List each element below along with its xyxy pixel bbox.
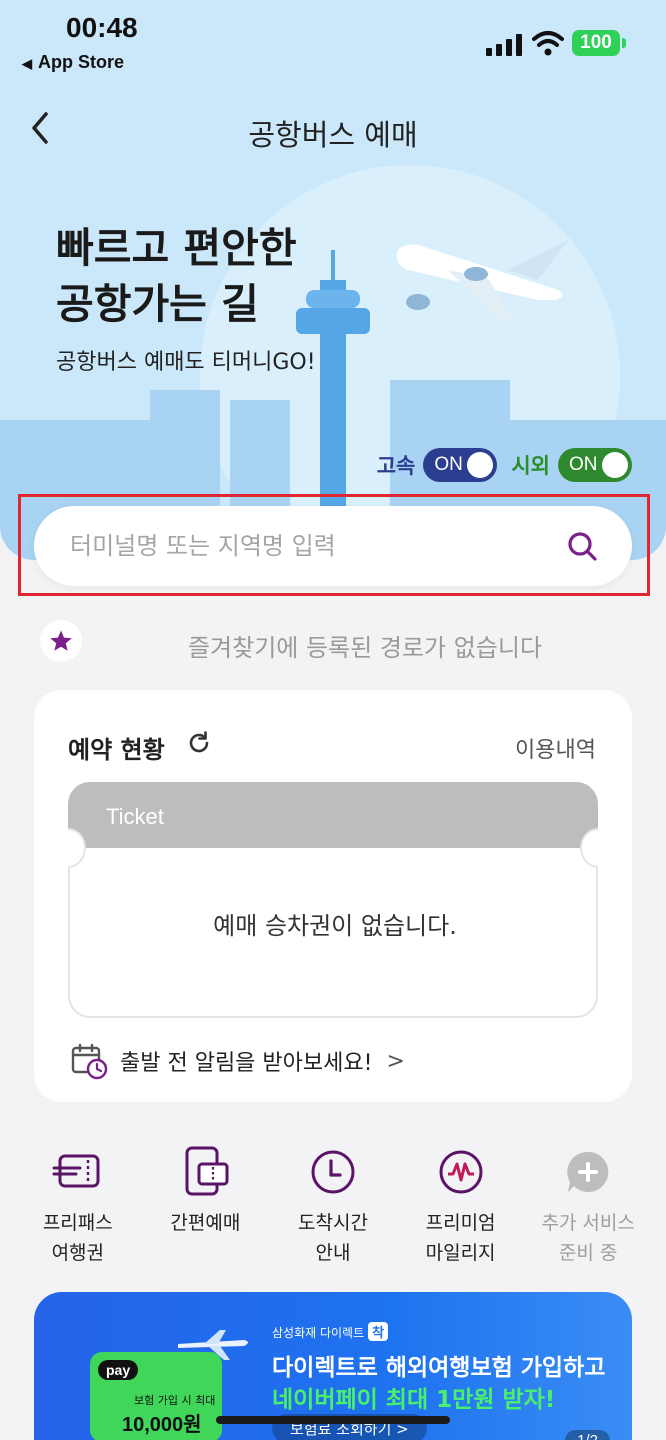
alarm-text: 출발 전 알림을 받아보세요! <box>120 1051 373 1076</box>
express-toggle[interactable]: ON <box>423 448 498 482</box>
service-arrival-time[interactable]: 도착시간 안내 <box>269 1144 397 1268</box>
mileage-icon <box>439 1150 483 1194</box>
back-triangle-icon: ◀ <box>22 56 32 71</box>
hero-title-line2: 공항가는 길 <box>56 280 259 328</box>
departure-alarm-link[interactable]: 출발 전 알림을 받아보세요! > <box>70 1042 405 1080</box>
npay-note: 보험 가입 시 최대 <box>134 1394 216 1407</box>
hero-title-line1: 빠르고 편안한 <box>56 224 297 272</box>
banner-brand-badge: 착 <box>368 1322 389 1341</box>
ticket-notch-right <box>580 828 598 868</box>
bus-type-toggles: 고속 ON 시외 ON <box>377 448 632 482</box>
reservation-card: 예약 현황 이용내역 Ticket 예매 승차권이 없습니다. 출발 전 알림을… <box>34 690 632 1102</box>
service-label-line2: 안내 <box>315 1242 351 1264</box>
home-indicator[interactable] <box>216 1416 450 1424</box>
favorites-empty-text: 즐겨찾기에 등록된 경로가 없습니다 <box>187 634 543 662</box>
npay-amount: 10,000원 <box>122 1414 202 1436</box>
ticket-empty-text: 예매 승차권이 없습니다. <box>213 912 457 940</box>
ticket-label: Ticket <box>106 804 164 829</box>
intercity-toggle-state: ON <box>569 454 598 475</box>
toggle-knob <box>467 452 494 478</box>
signal-icon <box>486 34 522 56</box>
banner-page-indicator: 1/2 <box>565 1430 610 1440</box>
status-time: 00:48 <box>66 12 138 43</box>
service-easy-booking[interactable]: 간편예매 <box>142 1144 270 1268</box>
phone-ticket-icon <box>185 1146 229 1196</box>
banner-headline-1: 다이렉트로 해외여행보험 가입하고 <box>272 1355 606 1381</box>
banner-brand: 삼성화재 다이렉트 착 <box>272 1322 389 1341</box>
intercity-toggle-label: 시외 <box>511 454 550 478</box>
service-label-line1: 도착시간 <box>298 1212 368 1234</box>
chevron-right-icon: > <box>386 1048 405 1074</box>
service-label: 간편예매 <box>170 1208 240 1238</box>
service-coming-soon: 추가 서비스 준비 중 <box>524 1144 652 1268</box>
banner-brand-name: 삼성화재 다이렉트 <box>272 1326 365 1340</box>
reservation-title: 예약 현황 <box>68 736 165 764</box>
back-to-app-link[interactable]: ◀ App Store <box>22 52 124 73</box>
plus-chat-icon <box>567 1151 609 1192</box>
npay-card: pay 보험 가입 시 최대 10,000원 <box>90 1352 222 1440</box>
clock-icon <box>311 1150 355 1194</box>
ticket-body: 예매 승차권이 없습니다. <box>68 848 598 1018</box>
express-toggle-state: ON <box>434 454 463 475</box>
service-label-line1: 프리패스 <box>42 1212 113 1234</box>
service-label: 추가 서비스 준비 중 <box>541 1208 634 1268</box>
service-label-line1: 추가 서비스 <box>541 1212 635 1234</box>
service-label-line2: 마일리지 <box>425 1242 496 1264</box>
express-toggle-label: 고속 <box>376 454 416 478</box>
services-row: 프리패스 여행권 간편예매 도착시간 안내 프리미엄 마일리지 추가 서비스 준… <box>14 1144 652 1268</box>
page-title: 공항버스 예매 <box>248 118 418 152</box>
hero-title: 빠르고 편안한 공항가는 길 <box>56 220 297 332</box>
service-label-line2: 준비 중 <box>558 1242 618 1264</box>
hero-subtitle: 공항버스 예매도 티머니GO! <box>56 350 316 375</box>
history-link[interactable]: 이용내역 <box>515 732 596 764</box>
service-label-line1: 프리미엄 <box>425 1212 496 1234</box>
ticket-icon <box>52 1154 100 1188</box>
service-label-line1: 간편예매 <box>170 1212 241 1234</box>
npay-badge: pay <box>98 1360 139 1380</box>
back-app-label: App Store <box>38 52 125 72</box>
intercity-toggle[interactable]: ON <box>558 448 632 482</box>
banner-headline-2: 네이버페이 최대 1만원 받자! <box>272 1387 556 1413</box>
toggle-knob <box>602 452 628 478</box>
service-label: 프리미엄 마일리지 <box>426 1208 496 1268</box>
wifi-icon <box>532 31 564 56</box>
service-label: 프리패스 여행권 <box>43 1208 113 1268</box>
ticket-header: Ticket <box>68 782 598 848</box>
refresh-icon[interactable] <box>186 730 212 756</box>
calendar-clock-icon <box>71 1043 108 1080</box>
service-freepass[interactable]: 프리패스 여행권 <box>14 1144 142 1268</box>
service-premium-mileage[interactable]: 프리미엄 마일리지 <box>397 1144 525 1268</box>
airplane-illustration <box>396 240 568 320</box>
service-label-line2: 여행권 <box>51 1242 105 1264</box>
battery-icon: 100 <box>572 30 626 56</box>
search-highlight-box <box>18 494 650 596</box>
ticket-placeholder: Ticket 예매 승차권이 없습니다. <box>68 782 598 1018</box>
service-label: 도착시간 안내 <box>298 1208 368 1268</box>
ticket-notch-left <box>68 828 86 868</box>
